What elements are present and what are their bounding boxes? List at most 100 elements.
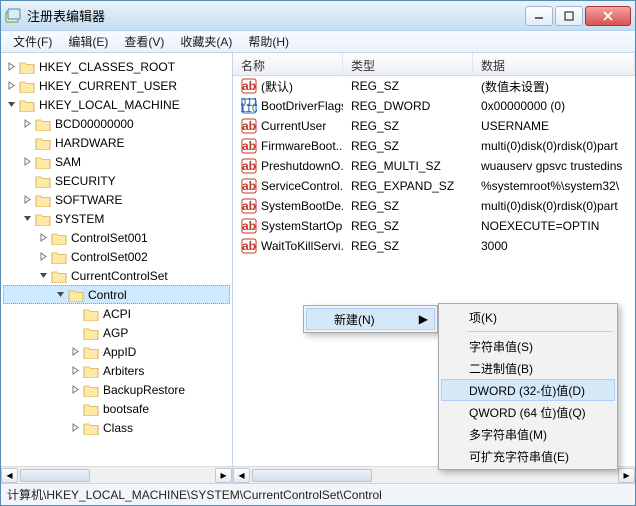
menu-favorites[interactable]: 收藏夹(A) — [172, 31, 240, 52]
menu-help[interactable]: 帮助(H) — [240, 31, 297, 52]
folder-icon — [35, 193, 51, 207]
tree-label: AppID — [103, 345, 136, 359]
value-data: multi(0)disk(0)rdisk(0)part — [473, 199, 635, 213]
folder-icon — [35, 212, 51, 226]
submenu-item[interactable]: 多字符串值(M) — [441, 423, 615, 445]
menu-file[interactable]: 文件(F) — [5, 31, 60, 52]
expand-icon[interactable] — [69, 346, 81, 358]
tree-item[interactable]: Arbiters — [3, 361, 230, 380]
tree-item[interactable]: ControlSet001 — [3, 228, 230, 247]
tree-item[interactable]: SYSTEM — [3, 209, 230, 228]
tree-hscrollbar[interactable]: ◂ ▸ — [1, 466, 232, 483]
submenu-item[interactable]: 二进制值(B) — [441, 357, 615, 379]
value-row[interactable]: SystemStartOp...REG_SZ NOEXECUTE=OPTIN — [233, 216, 635, 236]
scroll-right-icon[interactable]: ▸ — [215, 468, 232, 483]
statusbar: 计算机\HKEY_LOCAL_MACHINE\SYSTEM\CurrentCon… — [1, 483, 635, 505]
context-submenu-new[interactable]: 项(K) 字符串值(S)二进制值(B)DWORD (32-位)值(D)QWORD … — [438, 303, 618, 470]
folder-icon — [83, 383, 99, 397]
collapse-icon[interactable] — [5, 99, 17, 111]
tree-label: CurrentControlSet — [71, 269, 168, 283]
string-value-icon — [241, 178, 257, 194]
submenu-item[interactable]: DWORD (32-位)值(D) — [441, 379, 615, 401]
status-path: 计算机\HKEY_LOCAL_MACHINE\SYSTEM\CurrentCon… — [7, 486, 382, 503]
context-menu[interactable]: 新建(N) ▶ — [303, 305, 438, 333]
tree-item[interactable]: HKEY_CLASSES_ROOT — [3, 57, 230, 76]
expand-icon[interactable] — [21, 194, 33, 206]
expand-icon[interactable] — [37, 251, 49, 263]
expand-icon[interactable] — [37, 232, 49, 244]
expand-icon[interactable] — [21, 118, 33, 130]
value-row[interactable]: WaitToKillServi...REG_SZ3000 — [233, 236, 635, 256]
value-row[interactable]: PreshutdownO...REG_MULTI_SZwuauserv gpsv… — [233, 156, 635, 176]
submenu-item[interactable]: 项(K) — [441, 306, 615, 328]
string-value-icon — [241, 198, 257, 214]
submenu-item[interactable]: QWORD (64 位)值(Q) — [441, 401, 615, 423]
minimize-button[interactable] — [525, 6, 553, 26]
tree-label: SYSTEM — [55, 212, 104, 226]
no-expander — [69, 308, 81, 320]
col-type[interactable]: 类型 — [343, 53, 473, 75]
submenu-item[interactable]: 字符串值(S) — [441, 335, 615, 357]
expand-icon[interactable] — [5, 61, 17, 73]
tree-item[interactable]: AGP — [3, 323, 230, 342]
value-row[interactable]: FirmwareBoot...REG_SZmulti(0)disk(0)rdis… — [233, 136, 635, 156]
tree-item[interactable]: BackupRestore — [3, 380, 230, 399]
tree-item[interactable]: ControlSet002 — [3, 247, 230, 266]
folder-icon — [19, 79, 35, 93]
tree-item[interactable]: Class — [3, 418, 230, 437]
value-row[interactable]: ServiceControl...REG_EXPAND_SZ%systemroo… — [233, 176, 635, 196]
tree-item[interactable]: ACPI — [3, 304, 230, 323]
tree-item[interactable]: HKEY_LOCAL_MACHINE — [3, 95, 230, 114]
close-button[interactable] — [585, 6, 631, 26]
expand-icon[interactable] — [69, 422, 81, 434]
value-row[interactable]: SystemBootDe...REG_SZmulti(0)disk(0)rdis… — [233, 196, 635, 216]
collapse-icon[interactable] — [21, 213, 33, 225]
value-name: CurrentUser — [261, 119, 326, 133]
binary-value-icon — [241, 98, 257, 114]
folder-icon — [19, 60, 35, 74]
tree-item[interactable]: Control — [3, 285, 230, 304]
expand-icon[interactable] — [21, 156, 33, 168]
string-value-icon — [241, 158, 257, 174]
menu-edit[interactable]: 编辑(E) — [60, 31, 116, 52]
scroll-left-icon[interactable]: ◂ — [1, 468, 18, 483]
scroll-right-icon[interactable]: ▸ — [618, 468, 635, 483]
tree-item[interactable]: SAM — [3, 152, 230, 171]
tree-label: Arbiters — [103, 364, 144, 378]
tree-item[interactable]: CurrentControlSet — [3, 266, 230, 285]
registry-tree[interactable]: HKEY_CLASSES_ROOTHKEY_CURRENT_USERHKEY_L… — [1, 53, 232, 466]
tree-label: HARDWARE — [55, 136, 125, 150]
submenu-item[interactable]: 可扩充字符串值(E) — [441, 445, 615, 467]
tree-item[interactable]: bootsafe — [3, 399, 230, 418]
value-name: BootDriverFlags — [261, 99, 343, 113]
tree-item[interactable]: HARDWARE — [3, 133, 230, 152]
tree-label: AGP — [103, 326, 128, 340]
expand-icon[interactable] — [69, 384, 81, 396]
expand-icon[interactable] — [69, 365, 81, 377]
expand-icon[interactable] — [5, 80, 17, 92]
menu-view[interactable]: 查看(V) — [116, 31, 172, 52]
maximize-button[interactable] — [555, 6, 583, 26]
col-data[interactable]: 数据 — [473, 53, 635, 75]
list-header[interactable]: 名称 类型 数据 — [233, 53, 635, 76]
menu-new[interactable]: 新建(N) ▶ — [306, 308, 435, 330]
tree-item[interactable]: SECURITY — [3, 171, 230, 190]
value-row[interactable]: CurrentUserREG_SZUSERNAME — [233, 116, 635, 136]
tree-item[interactable]: BCD00000000 — [3, 114, 230, 133]
folder-icon — [35, 155, 51, 169]
string-value-icon — [241, 218, 257, 234]
tree-item[interactable]: SOFTWARE — [3, 190, 230, 209]
value-type: REG_SZ — [343, 219, 473, 233]
titlebar[interactable]: 注册表编辑器 — [1, 1, 635, 31]
value-row[interactable]: BootDriverFlagsREG_DWORD0x00000000 (0) — [233, 96, 635, 116]
value-data: wuauserv gpsvc trustedins — [473, 159, 635, 173]
collapse-icon[interactable] — [54, 289, 66, 301]
tree-item[interactable]: AppID — [3, 342, 230, 361]
folder-icon — [83, 364, 99, 378]
tree-item[interactable]: HKEY_CURRENT_USER — [3, 76, 230, 95]
value-type: REG_SZ — [343, 119, 473, 133]
scroll-left-icon[interactable]: ◂ — [233, 468, 250, 483]
col-name[interactable]: 名称 — [233, 53, 343, 75]
value-row[interactable]: (默认)REG_SZ(数值未设置) — [233, 76, 635, 96]
collapse-icon[interactable] — [37, 270, 49, 282]
